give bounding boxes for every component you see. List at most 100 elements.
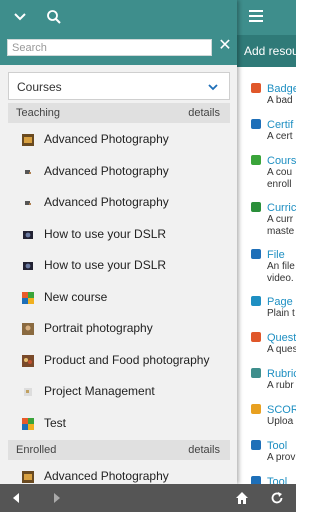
- small-thumb-icon: [22, 165, 34, 177]
- resource-description: An file: [267, 261, 295, 272]
- course-name: Project Management: [44, 384, 155, 398]
- course-name: Advanced Photography: [44, 163, 169, 178]
- course-name: How to use your DSLR: [44, 258, 167, 272]
- resource-list: Badge A bad Certif A cert Cours A cou enroll Cu…: [237, 67, 296, 484]
- resource-description-line2: video.: [267, 273, 294, 284]
- course-item[interactable]: Test: [8, 408, 230, 439]
- resource-description: A cert: [267, 131, 293, 142]
- tool-icon: [251, 476, 261, 484]
- resource-name: Rubric: [267, 368, 296, 380]
- search-icon[interactable]: [46, 9, 62, 25]
- camera-thumb-icon: [22, 259, 34, 271]
- course-name: Advanced Photography: [44, 469, 169, 483]
- resource-name: Badge: [267, 83, 296, 95]
- page-icon: [251, 296, 261, 306]
- resource-name: Tool: [267, 476, 288, 484]
- resource-description: A cou: [267, 167, 293, 178]
- resource-item[interactable]: Rubric A rubr: [237, 368, 296, 404]
- resource-item[interactable]: Page Plain t: [237, 296, 296, 332]
- list-icon: [251, 332, 261, 342]
- course-item[interactable]: Advanced Photography: [8, 461, 230, 484]
- course-name: Portrait photography: [44, 321, 153, 335]
- rubric-icon: [251, 368, 261, 378]
- badge-icon: [251, 83, 261, 93]
- resource-description-line2: maste: [267, 226, 295, 237]
- resource-item[interactable]: Certif A cert: [237, 119, 296, 155]
- course-item[interactable]: How to use your DSLR: [8, 250, 230, 281]
- enrolled-details-link[interactable]: details: [188, 440, 220, 460]
- enrolled-section-header: Enrolled details: [8, 440, 230, 460]
- right-topbar: [237, 0, 296, 35]
- courses-dropdown-value: Courses: [17, 80, 62, 94]
- resource-item[interactable]: Curric A curr maste: [237, 202, 296, 249]
- resource-name: Cours: [267, 155, 296, 167]
- course-name: Advanced Photography: [44, 132, 169, 146]
- close-icon[interactable]: ✕: [218, 38, 232, 54]
- course-item[interactable]: Advanced Photography: [8, 187, 230, 218]
- puzzle-icon: [251, 155, 261, 165]
- search-row: ✕: [0, 35, 237, 65]
- course-name: Product and Food photography: [44, 352, 210, 367]
- course-item[interactable]: Advanced Photography: [8, 124, 230, 155]
- resource-name: Certif: [267, 119, 294, 131]
- add-resource-header: Add resou: [237, 35, 296, 67]
- wrench-icon: [251, 440, 261, 450]
- resource-name: SCOR: [267, 404, 296, 416]
- teaching-title: Teaching: [16, 107, 61, 119]
- course-item[interactable]: Portrait photography: [8, 313, 230, 344]
- resource-description: A rubr: [267, 380, 294, 391]
- resource-item[interactable]: SCOR Uploa: [237, 404, 296, 440]
- resource-name: Quest: [267, 332, 296, 344]
- course-item[interactable]: Project Management: [8, 376, 230, 407]
- forward-icon[interactable]: [50, 491, 64, 505]
- small-thumb-icon: [22, 196, 34, 208]
- course-item[interactable]: New course: [8, 282, 230, 313]
- resource-item[interactable]: File An file video.: [237, 249, 296, 296]
- resource-name: Tool: [267, 440, 288, 452]
- resource-item[interactable]: Quest A ques: [237, 332, 296, 368]
- right-panel: Add resou Badge A bad Certif A cert Cours A c…: [237, 0, 296, 484]
- camera-thumb-icon: [22, 228, 34, 240]
- teaching-details-link[interactable]: details: [188, 103, 220, 123]
- food-thumb-icon: [22, 354, 34, 367]
- refresh-icon[interactable]: [270, 491, 284, 505]
- certificate-icon: [251, 119, 261, 129]
- resource-name: File: [267, 249, 285, 261]
- chevron-down-icon: [208, 84, 218, 91]
- pm-thumb-icon: [22, 385, 34, 397]
- home-icon[interactable]: [235, 491, 249, 505]
- resource-description: A bad: [267, 95, 293, 106]
- course-name: New course: [44, 289, 108, 304]
- resource-description: A ques: [267, 344, 296, 355]
- navigation-drawer: ✕ Courses Teaching details Advanced Phot…: [0, 0, 237, 484]
- course-item[interactable]: Product and Food photography: [8, 345, 230, 376]
- courses-dropdown[interactable]: Courses: [8, 72, 230, 100]
- colored-squares-icon: [22, 291, 34, 304]
- resource-item[interactable]: Cours A cou enroll: [237, 155, 296, 202]
- resource-description: Uploa: [267, 416, 294, 427]
- resource-item[interactable]: Badge A bad: [237, 83, 296, 119]
- enrolled-title: Enrolled: [16, 444, 57, 456]
- course-name: How to use your DSLR: [44, 226, 167, 241]
- colored-squares-icon: [22, 417, 34, 430]
- bottom-navigation-bar: [0, 484, 296, 512]
- file-icon: [251, 249, 261, 259]
- chevron-down-icon[interactable]: [12, 10, 28, 24]
- resource-description: A curr: [267, 214, 294, 225]
- back-icon[interactable]: [9, 491, 23, 505]
- menu-icon[interactable]: [249, 10, 263, 22]
- bar-chart-icon: [251, 202, 261, 212]
- search-input[interactable]: [7, 39, 212, 56]
- course-item[interactable]: Advanced Photography: [8, 156, 230, 187]
- resource-item[interactable]: Tool A prov: [237, 440, 296, 476]
- course-name: Advanced Photography: [44, 195, 169, 209]
- course-item[interactable]: How to use your DSLR: [8, 219, 230, 250]
- resource-item[interactable]: Tool: [237, 476, 296, 484]
- scorm-icon: [251, 404, 261, 414]
- drawer-topbar: [0, 0, 237, 35]
- photo-thumb-icon: [22, 133, 34, 146]
- resource-name: Curric: [267, 202, 296, 214]
- resource-description: Plain t: [267, 308, 295, 319]
- photo-thumb-icon: [22, 470, 34, 483]
- course-name: Test: [44, 415, 67, 430]
